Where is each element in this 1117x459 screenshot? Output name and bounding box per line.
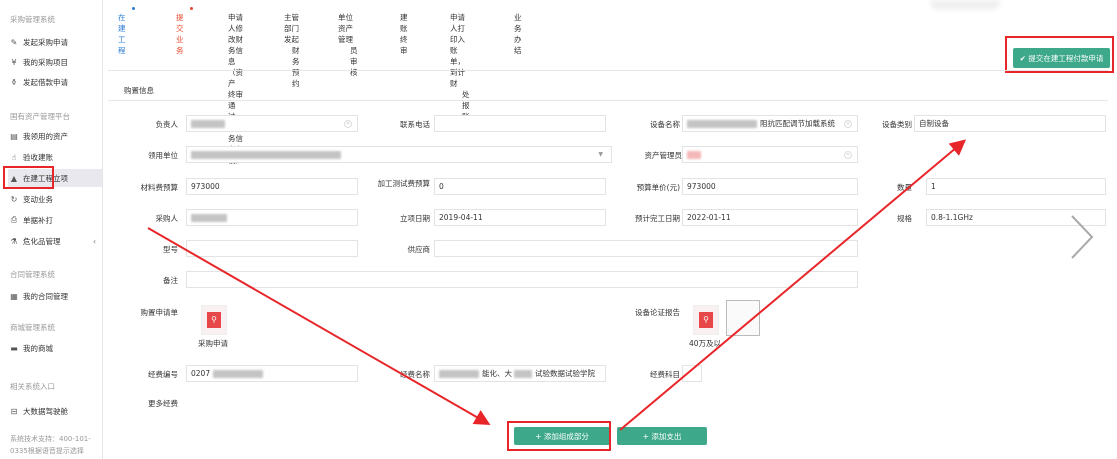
annotation-arrows xyxy=(147,139,967,431)
arrow-line xyxy=(147,227,491,425)
arrow-line xyxy=(619,139,967,431)
